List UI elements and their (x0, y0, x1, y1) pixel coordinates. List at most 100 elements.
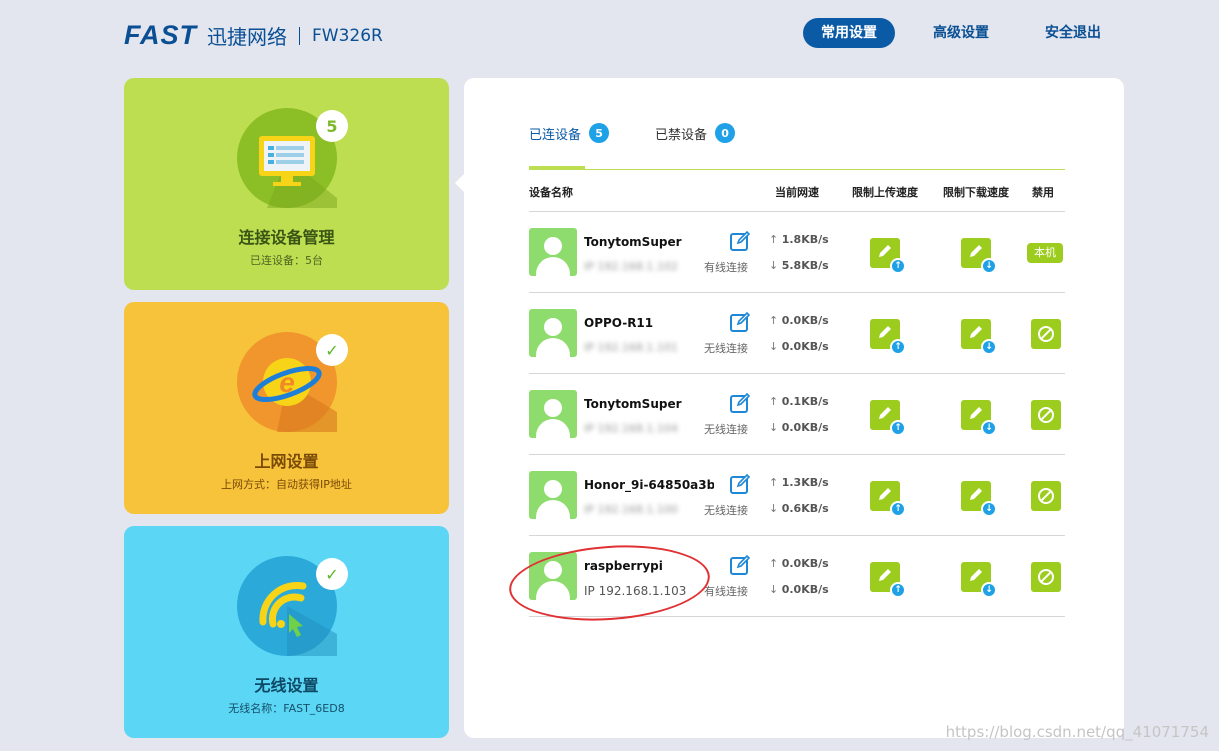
upload-speed: 1.8KB/s (769, 233, 829, 246)
arrow-up-icon: ↑ (890, 258, 906, 274)
card-title: 上网设置 (254, 452, 319, 471)
card-subtitle: 上网方式：自动获得IP地址 (221, 478, 352, 491)
col-limit-upload: 限制上传速度 (852, 186, 918, 199)
card-internet-settings[interactable]: e ✓ 上网设置 上网方式：自动获得IP地址 (124, 302, 449, 514)
device-avatar-icon (529, 228, 577, 276)
arrow-down-icon: ↓ (981, 501, 997, 517)
connection-type: 无线连接 (704, 423, 748, 436)
card-wireless-settings[interactable]: ✓ 无线设置 无线名称：FAST_6ED8 (124, 526, 449, 738)
card-title: 无线设置 (254, 676, 319, 695)
limit-upload-button[interactable]: ↑ (870, 319, 906, 355)
arrow-down-icon: ↓ (981, 339, 997, 355)
upload-speed: 0.0KB/s (769, 557, 829, 570)
edit-name-icon[interactable] (729, 392, 751, 414)
tab-count-badge: 5 (589, 123, 610, 143)
card-subtitle: 无线名称：FAST_6ED8 (228, 702, 345, 715)
upload-speed: 0.1KB/s (769, 395, 829, 408)
limit-download-button[interactable]: ↓ (961, 238, 997, 274)
ban-icon (1038, 488, 1054, 504)
download-speed: 0.0KB/s (769, 583, 829, 596)
limit-download-button[interactable]: ↓ (961, 481, 997, 517)
edit-name-icon[interactable] (729, 311, 751, 333)
device-ip: IP 192.168.1.101 (584, 341, 678, 354)
check-icon: ✓ (316, 558, 348, 590)
card-title: 连接设备管理 (238, 228, 335, 247)
active-tab-indicator (529, 166, 585, 169)
panel-pointer (455, 174, 464, 192)
device-name: OPPO-R11 (584, 316, 654, 330)
tab-label: 已禁设备 (655, 127, 708, 143)
nav-logout[interactable]: 安全退出 (1027, 18, 1119, 48)
tab-connected-devices[interactable]: 已连设备 5 (529, 122, 610, 144)
limit-upload-button[interactable]: ↑ (870, 238, 906, 274)
ban-device-button[interactable] (1031, 562, 1061, 592)
download-speed: 0.6KB/s (769, 502, 829, 515)
col-current-speed: 当前网速 (775, 186, 819, 199)
device-ip: IP 192.168.1.102 (584, 260, 678, 273)
limit-download-button[interactable]: ↓ (961, 319, 997, 355)
ban-device-button[interactable] (1031, 481, 1061, 511)
device-avatar-icon (529, 471, 577, 519)
tab-label: 已连设备 (529, 127, 582, 143)
device-row: OPPO-R11 IP 192.168.1.101 无线连接 0.0KB/s 0.0KB… (529, 293, 1065, 374)
limit-upload-button[interactable]: ↑ (870, 562, 906, 598)
download-speed: 0.0KB/s (769, 421, 829, 434)
card-device-management[interactable]: 5 连接设备管理 已连设备：5台 (124, 78, 449, 290)
tab-divider (529, 169, 1065, 170)
limit-download-button[interactable]: ↓ (961, 562, 997, 598)
check-icon: ✓ (316, 334, 348, 366)
limit-download-button[interactable]: ↓ (961, 400, 997, 436)
device-name: Honor_9i-64850a3ba2 (584, 478, 714, 492)
device-row: TonytomSuper IP 192.168.1.102 有线连接 1.8KB/s 5… (529, 212, 1065, 293)
ban-device-button[interactable] (1031, 400, 1061, 430)
device-avatar-icon (529, 309, 577, 357)
device-ip: IP 192.168.1.104 (584, 422, 678, 435)
device-name: TonytomSuper (584, 397, 682, 411)
brand-name-cn: 迅捷网络 (207, 25, 288, 49)
device-count-badge: 5 (316, 110, 348, 142)
limit-upload-button[interactable]: ↑ (870, 481, 906, 517)
connection-type: 有线连接 (704, 585, 748, 598)
download-speed: 0.0KB/s (769, 340, 829, 353)
logo-divider (299, 26, 301, 45)
edit-name-icon[interactable] (729, 230, 751, 252)
arrow-up-icon: ↑ (890, 501, 906, 517)
table-header: 设备名称 当前网速 限制上传速度 限制下载速度 禁用 (529, 182, 1065, 212)
top-nav: 常用设置 高级设置 安全退出 (783, 18, 1119, 48)
upload-speed: 1.3KB/s (769, 476, 829, 489)
svg-text:e: e (279, 367, 295, 398)
connection-type: 无线连接 (704, 342, 748, 355)
arrow-down-icon: ↓ (981, 582, 997, 598)
limit-upload-button[interactable]: ↑ (870, 400, 906, 436)
ban-device-button[interactable] (1031, 319, 1061, 349)
col-ban: 禁用 (1032, 186, 1054, 199)
upload-speed: 0.0KB/s (769, 314, 829, 327)
ban-icon (1038, 407, 1054, 423)
device-row: TonytomSuper IP 192.168.1.104 无线连接 0.1KB/s 0… (529, 374, 1065, 455)
nav-common-settings[interactable]: 常用设置 (803, 18, 895, 48)
brand-name: FAST (124, 20, 198, 50)
download-speed: 5.8KB/s (769, 259, 829, 272)
arrow-up-icon: ↑ (890, 582, 906, 598)
connection-type: 有线连接 (704, 261, 748, 274)
device-tabs: 已连设备 5 已禁设备 0 (529, 122, 781, 144)
local-device-badge: 本机 (1027, 243, 1063, 263)
edit-name-icon[interactable] (729, 554, 751, 576)
brand-logo: FAST 迅捷网络 FW326R (124, 20, 383, 51)
edit-name-icon[interactable] (729, 473, 751, 495)
arrow-down-icon: ↓ (981, 258, 997, 274)
tab-banned-devices[interactable]: 已禁设备 0 (655, 122, 736, 144)
device-ip: IP 192.168.1.100 (584, 503, 678, 516)
ban-icon (1038, 569, 1054, 585)
nav-advanced-settings[interactable]: 高级设置 (915, 18, 1007, 48)
watermark: https://blog.csdn.net/qq_41071754 (945, 723, 1209, 741)
device-panel: 已连设备 5 已禁设备 0 设备名称 当前网速 限制上传速度 限制下载速度 禁用… (455, 78, 1124, 738)
connection-type: 无线连接 (704, 504, 748, 517)
router-model: FW326R (312, 25, 383, 46)
ban-icon (1038, 326, 1054, 342)
col-limit-download: 限制下载速度 (943, 186, 1009, 199)
col-device-name: 设备名称 (529, 186, 573, 199)
card-subtitle: 已连设备：5台 (250, 254, 323, 267)
device-name: TonytomSuper (584, 235, 682, 249)
arrow-up-icon: ↑ (890, 420, 906, 436)
